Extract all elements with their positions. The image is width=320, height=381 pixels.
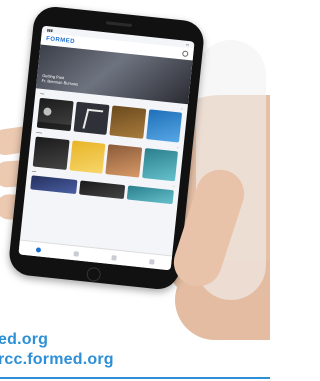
content-tile[interactable] xyxy=(145,109,183,143)
section-bar-icon: ━━ xyxy=(40,91,45,97)
phone-screen: ▮▮▮ ▭ FORMED Getting Past Fr. Brennan Bu… xyxy=(18,25,195,271)
grid-icon[interactable] xyxy=(73,250,79,257)
url-text[interactable]: rcc.formed.org xyxy=(0,351,114,369)
content-tile[interactable] xyxy=(32,136,70,170)
chevron-right-icon[interactable]: › xyxy=(181,107,182,111)
bottom-rule xyxy=(0,377,270,379)
play-icon xyxy=(43,107,52,117)
content-tile[interactable] xyxy=(73,101,110,135)
search-icon[interactable] xyxy=(111,254,117,261)
home-icon[interactable] xyxy=(35,246,41,253)
heart-icon[interactable] xyxy=(149,258,156,265)
user-icon[interactable] xyxy=(181,50,189,58)
battery-icon: ▭ xyxy=(185,42,190,47)
hero-caption: Getting Past Fr. Brennan Burrows xyxy=(41,73,79,87)
phone-speaker xyxy=(105,21,133,27)
chalk-glyph xyxy=(82,108,103,131)
content-tile[interactable] xyxy=(68,140,106,174)
tab-bar xyxy=(18,239,173,271)
content-tile[interactable] xyxy=(109,105,146,139)
content-tile[interactable] xyxy=(36,97,74,132)
chevron-right-icon[interactable]: › xyxy=(173,184,174,188)
section-bar-icon: ━━ xyxy=(31,169,37,174)
url-text-cropped[interactable]: ed.org xyxy=(0,331,48,349)
content-tile[interactable] xyxy=(141,147,179,182)
section-bar-icon: ━━━ xyxy=(36,130,43,136)
content-tile[interactable] xyxy=(105,144,142,178)
chevron-right-icon[interactable]: › xyxy=(177,145,178,149)
home-button xyxy=(86,266,102,283)
signal-icon: ▮▮▮ xyxy=(46,27,54,33)
photo-scene: ▮▮▮ ▭ FORMED Getting Past Fr. Brennan Bu… xyxy=(0,0,270,381)
app-logo[interactable]: FORMED xyxy=(46,36,75,45)
